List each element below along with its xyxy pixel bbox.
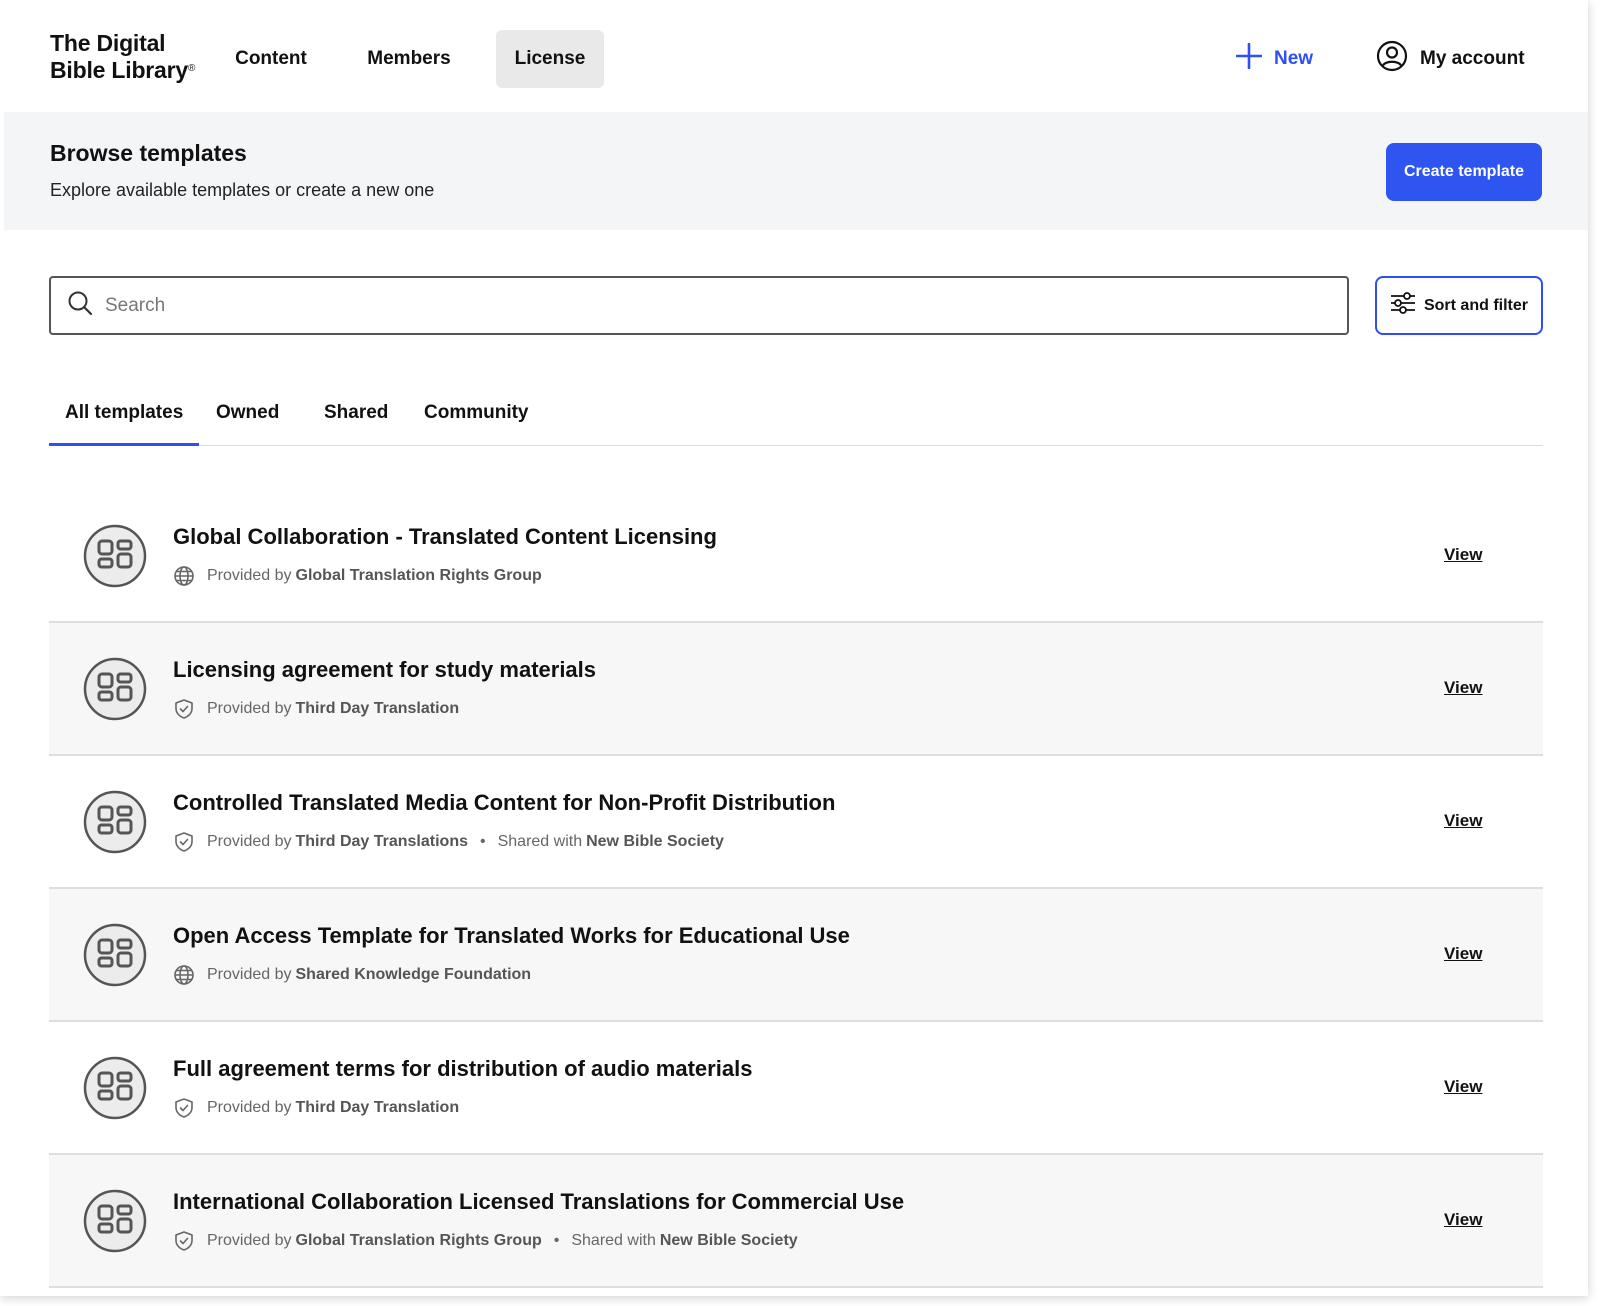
view-link[interactable]: View <box>1444 1077 1482 1097</box>
search-icon <box>67 290 93 321</box>
provider-name: Global Translation Rights Group <box>295 567 542 584</box>
tab-shared[interactable]: Shared <box>324 402 388 446</box>
template-meta: Provided by Third Day Translation <box>173 1096 459 1120</box>
template-row: Open Access Template for Translated Work… <box>49 889 1543 1022</box>
template-title[interactable]: Global Collaboration - Translated Conten… <box>173 524 717 550</box>
logo-line-2-text: Bible Library <box>50 57 188 83</box>
shared-with-info: • Shared with New Bible Society <box>542 1232 798 1250</box>
shared-with-info: • Shared with New Bible Society <box>468 833 724 851</box>
template-meta: Provided by Global Translation Rights Gr… <box>173 1229 798 1253</box>
plus-icon <box>1235 42 1263 75</box>
template-row: Controlled Translated Media Content for … <box>49 756 1543 889</box>
template-title[interactable]: Licensing agreement for study materials <box>173 657 596 683</box>
my-account-label: My account <box>1420 48 1525 69</box>
page-subtitle: Explore available templates or create a … <box>50 180 435 200</box>
provided-by-label: Provided by <box>207 567 292 584</box>
tab-all-templates[interactable]: All templates <box>48 402 200 446</box>
search-input[interactable] <box>105 294 1305 317</box>
template-meta: Provided by Global Translation Rights Gr… <box>173 564 542 588</box>
page-header: Browse templates Explore available templ… <box>4 112 1588 230</box>
shared-with-label: Shared with <box>571 1232 656 1249</box>
template-grid-icon <box>83 1189 147 1253</box>
provided-by-label: Provided by <box>207 700 292 717</box>
provided-by-label: Provided by <box>207 966 292 983</box>
provided-by-label: Provided by <box>207 1099 292 1116</box>
template-list: Global Collaboration - Translated Conten… <box>49 490 1543 1288</box>
my-account-button[interactable]: My account <box>1376 40 1525 78</box>
page-title: Browse templates <box>50 140 247 166</box>
logo[interactable]: The Digital Bible Library® <box>50 30 195 84</box>
template-title[interactable]: Controlled Translated Media Content for … <box>173 790 835 816</box>
template-meta: Provided by Third Day Translation <box>173 697 459 721</box>
template-title[interactable]: Open Access Template for Translated Work… <box>173 923 850 949</box>
shared-with-label: Shared with <box>497 833 583 850</box>
shield-check-icon <box>173 1097 195 1119</box>
create-template-button[interactable]: Create template <box>1386 143 1542 201</box>
registered-mark: ® <box>188 63 196 74</box>
template-row: International Collaboration Licensed Tra… <box>49 1155 1543 1288</box>
globe-icon <box>173 565 195 587</box>
sort-and-filter-button[interactable]: Sort and filter <box>1375 276 1543 335</box>
separator-dot: • <box>553 1232 560 1249</box>
logo-line-1: The Digital <box>50 30 166 56</box>
shared-with-name: New Bible Society <box>659 1232 798 1249</box>
view-link[interactable]: View <box>1444 678 1482 698</box>
shared-with-name: New Bible Society <box>586 833 724 850</box>
nav-item-members[interactable]: Members <box>345 30 473 88</box>
template-tabs: All templates Owned Shared Community <box>48 386 1543 446</box>
sliders-icon <box>1390 291 1416 320</box>
nav-item-license[interactable]: License <box>496 30 604 88</box>
shield-check-icon <box>173 698 195 720</box>
provider-name: Shared Knowledge Foundation <box>295 966 532 983</box>
template-title[interactable]: International Collaboration Licensed Tra… <box>173 1189 904 1215</box>
separator-dot: • <box>479 833 486 850</box>
view-link[interactable]: View <box>1444 944 1482 964</box>
user-circle-icon <box>1376 40 1408 78</box>
provider-name: Third Day Translations <box>295 833 468 850</box>
provided-by-label: Provided by <box>207 1232 292 1249</box>
template-grid-icon <box>83 923 147 987</box>
tab-owned[interactable]: Owned <box>216 402 279 446</box>
template-title[interactable]: Full agreement terms for distribution of… <box>173 1056 752 1082</box>
logo-line-2: Bible Library® <box>50 57 195 84</box>
app-window: The Digital Bible Library® Content Membe… <box>0 0 1588 1296</box>
tab-community[interactable]: Community <box>424 402 529 446</box>
template-row: Full agreement terms for distribution of… <box>49 1022 1543 1155</box>
sort-and-filter-label: Sort and filter <box>1423 296 1528 314</box>
search-box <box>49 276 1349 335</box>
shield-check-icon <box>173 831 195 853</box>
view-link[interactable]: View <box>1444 545 1482 565</box>
provider-name: Third Day Translation <box>295 700 460 717</box>
globe-icon <box>173 964 195 986</box>
shield-check-icon <box>173 1230 195 1252</box>
view-link[interactable]: View <box>1444 811 1482 831</box>
nav-item-content[interactable]: Content <box>220 30 322 88</box>
template-meta: Provided by Shared Knowledge Foundation <box>173 963 531 987</box>
template-grid-icon <box>83 1056 147 1120</box>
template-grid-icon <box>83 657 147 721</box>
template-row: Global Collaboration - Translated Conten… <box>49 490 1543 623</box>
template-meta: Provided by Third Day Translations • Shar… <box>173 830 724 854</box>
provider-name: Global Translation Rights Group <box>295 1232 542 1249</box>
template-grid-icon <box>83 524 147 588</box>
new-button[interactable]: New <box>1235 42 1314 75</box>
template-grid-icon <box>83 790 147 854</box>
template-row: Licensing agreement for study materials … <box>49 623 1543 756</box>
top-navigation: The Digital Bible Library® Content Membe… <box>0 0 1588 112</box>
view-link[interactable]: View <box>1444 1210 1482 1230</box>
provider-name: Third Day Translation <box>295 1099 460 1116</box>
new-button-label: New <box>1274 48 1314 69</box>
provided-by-label: Provided by <box>207 833 292 850</box>
